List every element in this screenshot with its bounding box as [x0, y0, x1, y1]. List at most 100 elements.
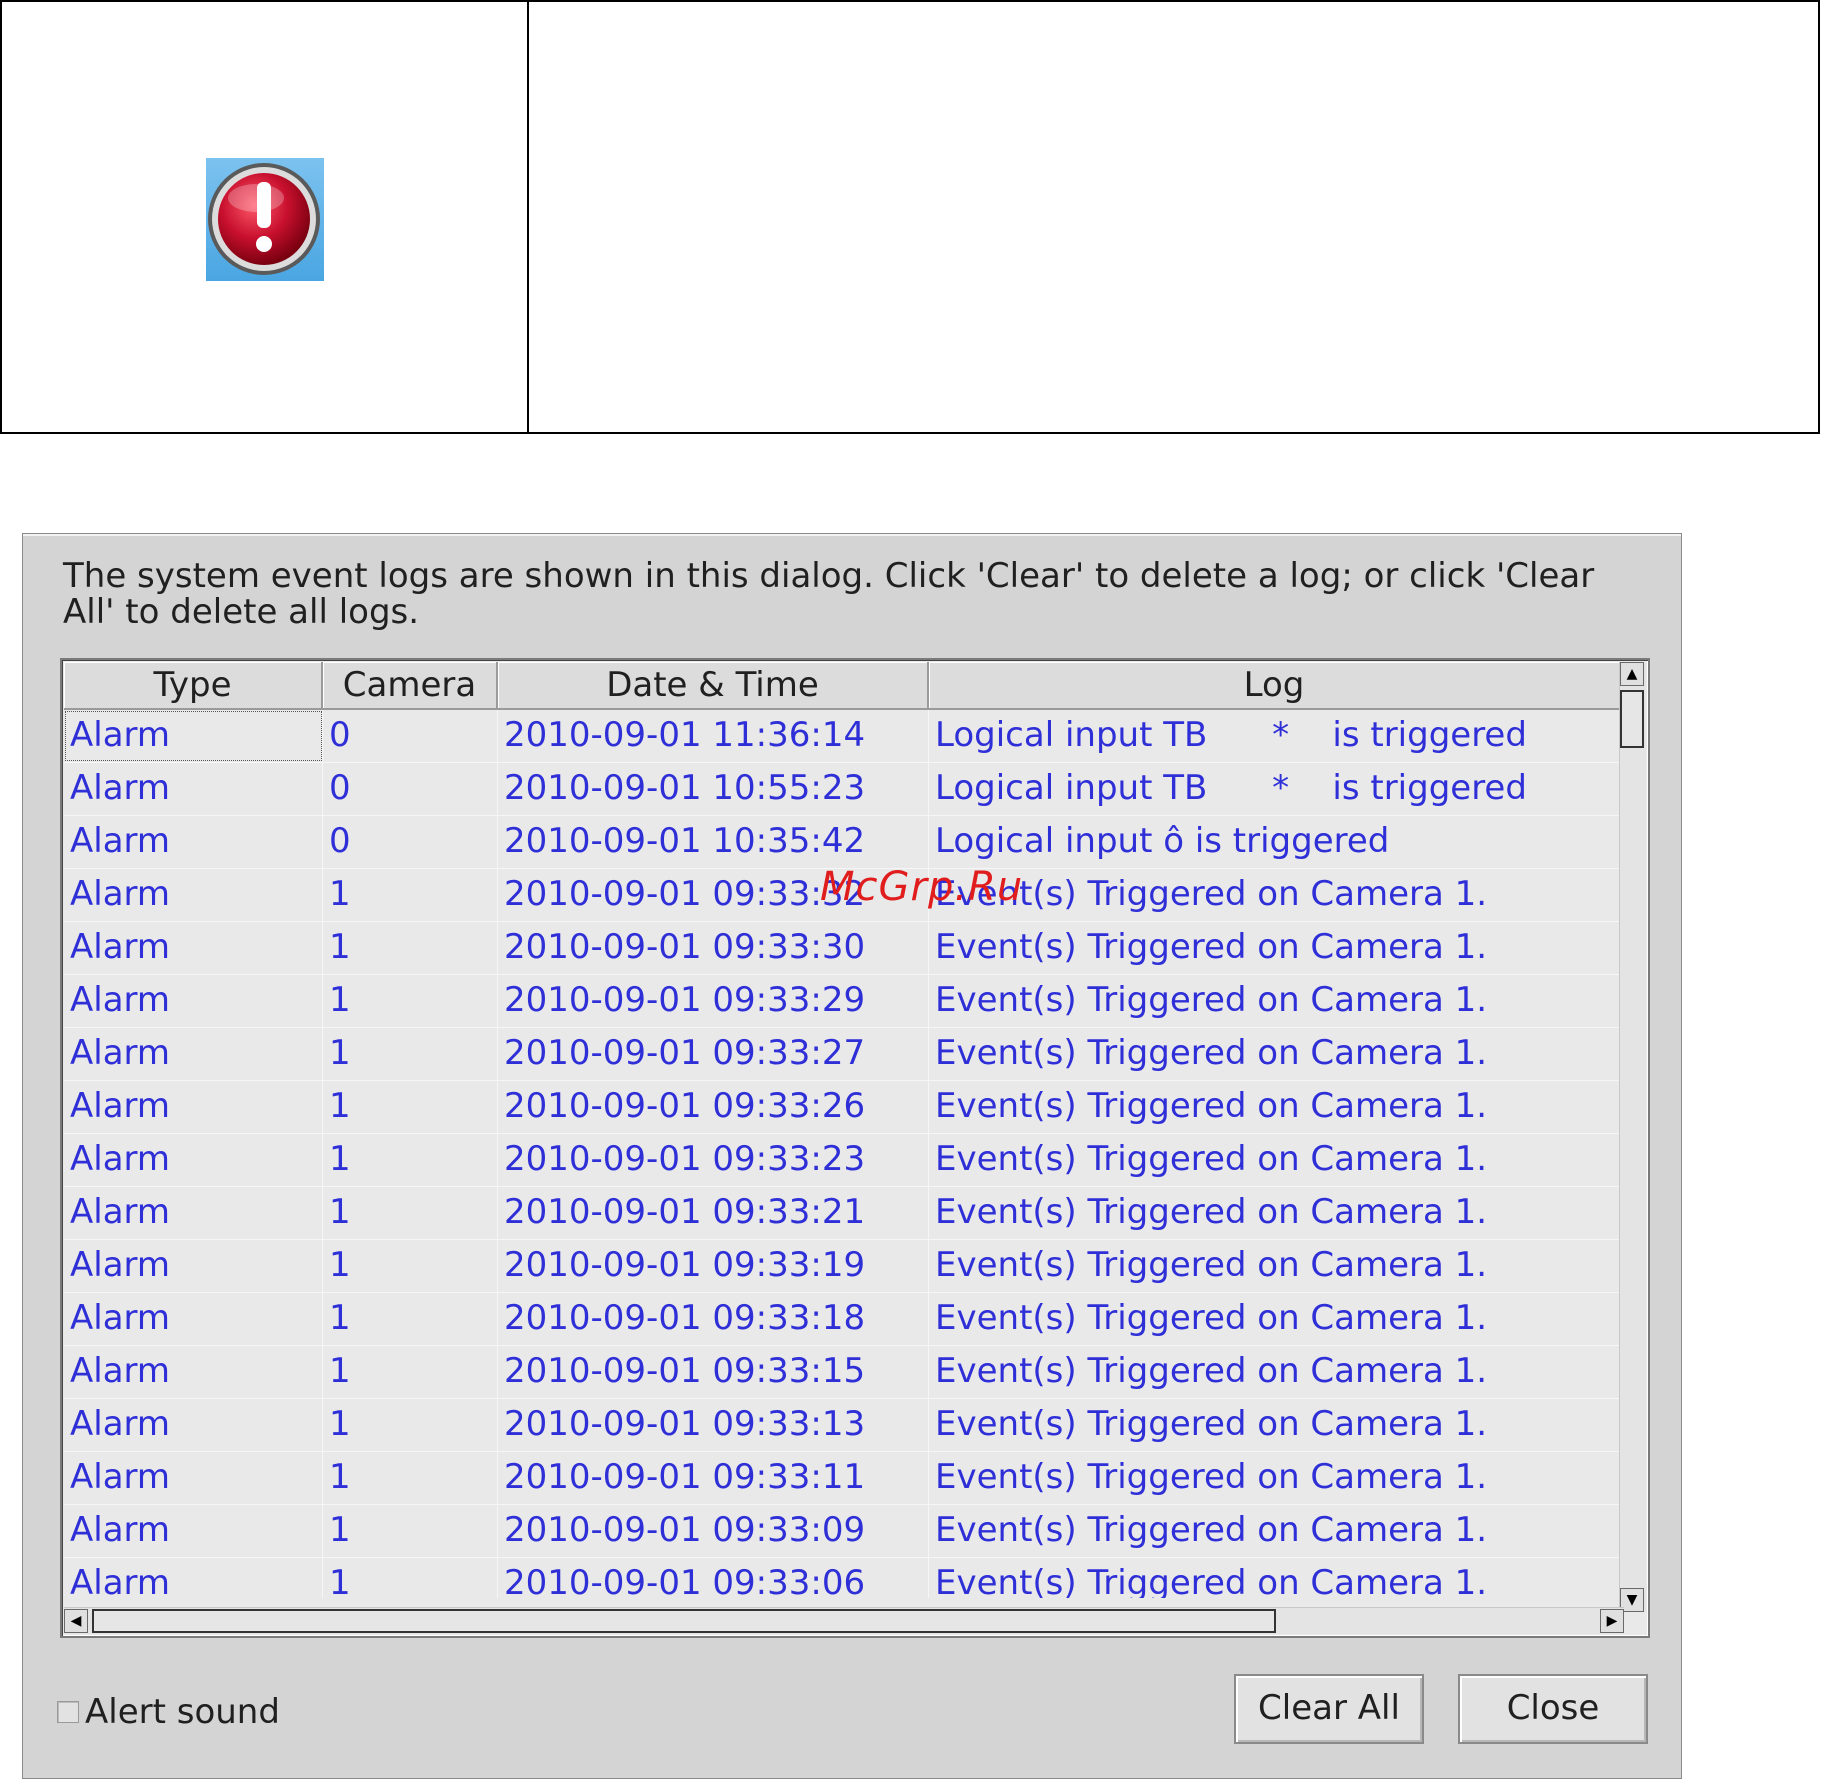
cell-date-time: 2010-09-01 10:35:42	[498, 816, 929, 868]
cell-type: Alarm	[64, 975, 323, 1027]
alert-sound-label: Alert sound	[85, 1692, 280, 1732]
cell-camera: 1	[323, 1505, 498, 1557]
cell-camera: 1	[323, 975, 498, 1027]
cell-date-time: 2010-09-01 09:33:23	[498, 1134, 929, 1186]
cell-camera: 1	[323, 1452, 498, 1504]
table-row[interactable]: Alarm 0 2010-09-01 11:36:14 Logical input T…	[64, 710, 1624, 763]
dialog-description: The system event logs are shown in this …	[63, 556, 1595, 632]
table-row[interactable]: Alarm 1 2010-09-01 09:33:09 Event(s) Trigge…	[64, 1505, 1624, 1558]
cell-type: Alarm	[64, 816, 323, 868]
arrow-left-icon[interactable]: ◀	[64, 1609, 88, 1633]
cell-camera: 1	[323, 1346, 498, 1398]
close-button[interactable]: Close	[1458, 1674, 1648, 1744]
cell-camera: 1	[323, 1558, 498, 1598]
cell-date-time: 2010-09-01 09:33:19	[498, 1240, 929, 1292]
alert-sound-checkbox[interactable]	[57, 1701, 79, 1723]
table-row[interactable]: Alarm 1 2010-09-01 09:33:26 Event(s) Trigge…	[64, 1081, 1624, 1134]
cell-type: Alarm	[64, 1187, 323, 1239]
cell-log: Event(s) Triggered on Camera 1.	[929, 869, 1621, 921]
cell-log: Event(s) Triggered on Camera 1.	[929, 922, 1621, 974]
horizontal-scrollbar[interactable]: ◀ ▶	[64, 1607, 1624, 1634]
cell-log: Event(s) Triggered on Camera 1.	[929, 1452, 1621, 1504]
vertical-scroll-thumb[interactable]	[1620, 690, 1644, 748]
cell-date-time: 2010-09-01 09:33:13	[498, 1399, 929, 1451]
cell-date-time: 2010-09-01 09:33:21	[498, 1187, 929, 1239]
table-row[interactable]: Alarm 1 2010-09-01 09:33:29 Event(s) Trigge…	[64, 975, 1624, 1028]
table-row[interactable]: Alarm 1 2010-09-01 09:33:30 Event(s) Trigge…	[64, 922, 1624, 975]
cell-camera: 1	[323, 1240, 498, 1292]
cell-log: Event(s) Triggered on Camera 1.	[929, 1134, 1621, 1186]
arrow-right-icon[interactable]: ▶	[1600, 1609, 1624, 1633]
cell-type: Alarm	[64, 1028, 323, 1080]
table-row[interactable]: Alarm 1 2010-09-01 09:33:15 Event(s) Trigge…	[64, 1346, 1624, 1399]
column-header-log[interactable]: Log	[929, 662, 1621, 710]
table-row[interactable]: Alarm 1 2010-09-01 09:33:18 Event(s) Trigge…	[64, 1293, 1624, 1346]
table-row[interactable]: Alarm 1 2010-09-01 09:33:11 Event(s) Trigge…	[64, 1452, 1624, 1505]
event-log-list[interactable]: Type Camera Date & Time Log Alarm 0 2010-0…	[60, 658, 1650, 1638]
column-header-date-time[interactable]: Date & Time	[498, 662, 929, 710]
cell-date-time: 2010-09-01 09:33:30	[498, 922, 929, 974]
table-row[interactable]: Alarm 1 2010-09-01 09:33:27 Event(s) Trigge…	[64, 1028, 1624, 1081]
cell-date-time: 2010-09-01 09:33:26	[498, 1081, 929, 1133]
cell-log: Event(s) Triggered on Camera 1.	[929, 1187, 1621, 1239]
cell-camera: 1	[323, 1028, 498, 1080]
cell-date-time: 2010-09-01 09:33:11	[498, 1452, 929, 1504]
cell-log: Event(s) Triggered on Camera 1.	[929, 1028, 1621, 1080]
cell-camera: 0	[323, 816, 498, 868]
cell-camera: 1	[323, 1187, 498, 1239]
manual-table	[0, 0, 1820, 434]
cell-log: Event(s) Triggered on Camera 1.	[929, 1240, 1621, 1292]
table-row[interactable]: Alarm 1 2010-09-01 09:33:06 Event(s) Trigge…	[64, 1558, 1624, 1598]
table-row[interactable]: Alarm 1 2010-09-01 09:33:13 Event(s) Trigge…	[64, 1399, 1624, 1452]
cell-camera: 1	[323, 1134, 498, 1186]
cell-log: Logical input TB * is triggered	[929, 763, 1621, 815]
arrow-up-icon[interactable]: ▲	[1620, 662, 1644, 686]
clear-all-button[interactable]: Clear All	[1234, 1674, 1424, 1744]
table-row[interactable]: Alarm 0 2010-09-01 10:55:23 Logical input T…	[64, 763, 1624, 816]
column-header-camera[interactable]: Camera	[323, 662, 498, 710]
alert-sound-option[interactable]: Alert sound	[57, 1692, 280, 1732]
cell-date-time: 2010-09-01 09:33:29	[498, 975, 929, 1027]
event-log-dialog: The system event logs are shown in this …	[22, 533, 1682, 1779]
cell-date-time: 2010-09-01 10:55:23	[498, 763, 929, 815]
cell-type: Alarm	[64, 1399, 323, 1451]
cell-camera: 0	[323, 763, 498, 815]
cell-log: Event(s) Triggered on Camera 1.	[929, 1399, 1621, 1451]
manual-icon-cell	[2, 2, 529, 432]
cell-log: Event(s) Triggered on Camera 1.	[929, 1505, 1621, 1557]
cell-log: Logical input TB * is triggered	[929, 710, 1621, 762]
table-row[interactable]: Alarm 1 2010-09-01 09:33:23 Event(s) Trigge…	[64, 1134, 1624, 1187]
cell-type: Alarm	[64, 1505, 323, 1557]
cell-type: Alarm	[64, 1240, 323, 1292]
watermark: McGrp.Ru	[820, 864, 1024, 910]
cell-type: Alarm	[64, 869, 323, 921]
manual-text-cell	[529, 2, 1818, 432]
cell-camera: 1	[323, 1293, 498, 1345]
vertical-scrollbar[interactable]: ▲ ▼	[1619, 662, 1646, 1612]
cell-date-time: 2010-09-01 09:33:09	[498, 1505, 929, 1557]
table-row[interactable]: Alarm 1 2010-09-01 09:33:19 Event(s) Trigge…	[64, 1240, 1624, 1293]
cell-camera: 1	[323, 1081, 498, 1133]
cell-date-time: 2010-09-01 09:33:27	[498, 1028, 929, 1080]
cell-type: Alarm	[64, 710, 323, 762]
cell-log: Event(s) Triggered on Camera 1.	[929, 1293, 1621, 1345]
cell-camera: 1	[323, 922, 498, 974]
cell-camera: 1	[323, 869, 498, 921]
table-row[interactable]: Alarm 1 2010-09-01 09:33:21 Event(s) Trigge…	[64, 1187, 1624, 1240]
cell-type: Alarm	[64, 1346, 323, 1398]
alarm-exclamation-icon	[206, 158, 324, 281]
cell-type: Alarm	[64, 922, 323, 974]
cell-date-time: 2010-09-01 11:36:14	[498, 710, 929, 762]
cell-log: Event(s) Triggered on Camera 1.	[929, 1346, 1621, 1398]
list-rows: Alarm 0 2010-09-01 11:36:14 Logical input T…	[64, 710, 1624, 1598]
table-row[interactable]: Alarm 0 2010-09-01 10:35:42 Logical input ô…	[64, 816, 1624, 869]
horizontal-scroll-thumb[interactable]	[92, 1609, 1276, 1633]
cell-type: Alarm	[64, 1558, 323, 1598]
cell-camera: 1	[323, 1399, 498, 1451]
cell-type: Alarm	[64, 1081, 323, 1133]
cell-date-time: 2010-09-01 09:33:15	[498, 1346, 929, 1398]
cell-date-time: 2010-09-01 09:33:18	[498, 1293, 929, 1345]
cell-type: Alarm	[64, 1452, 323, 1504]
column-header-type[interactable]: Type	[64, 662, 323, 710]
cell-camera: 0	[323, 710, 498, 762]
